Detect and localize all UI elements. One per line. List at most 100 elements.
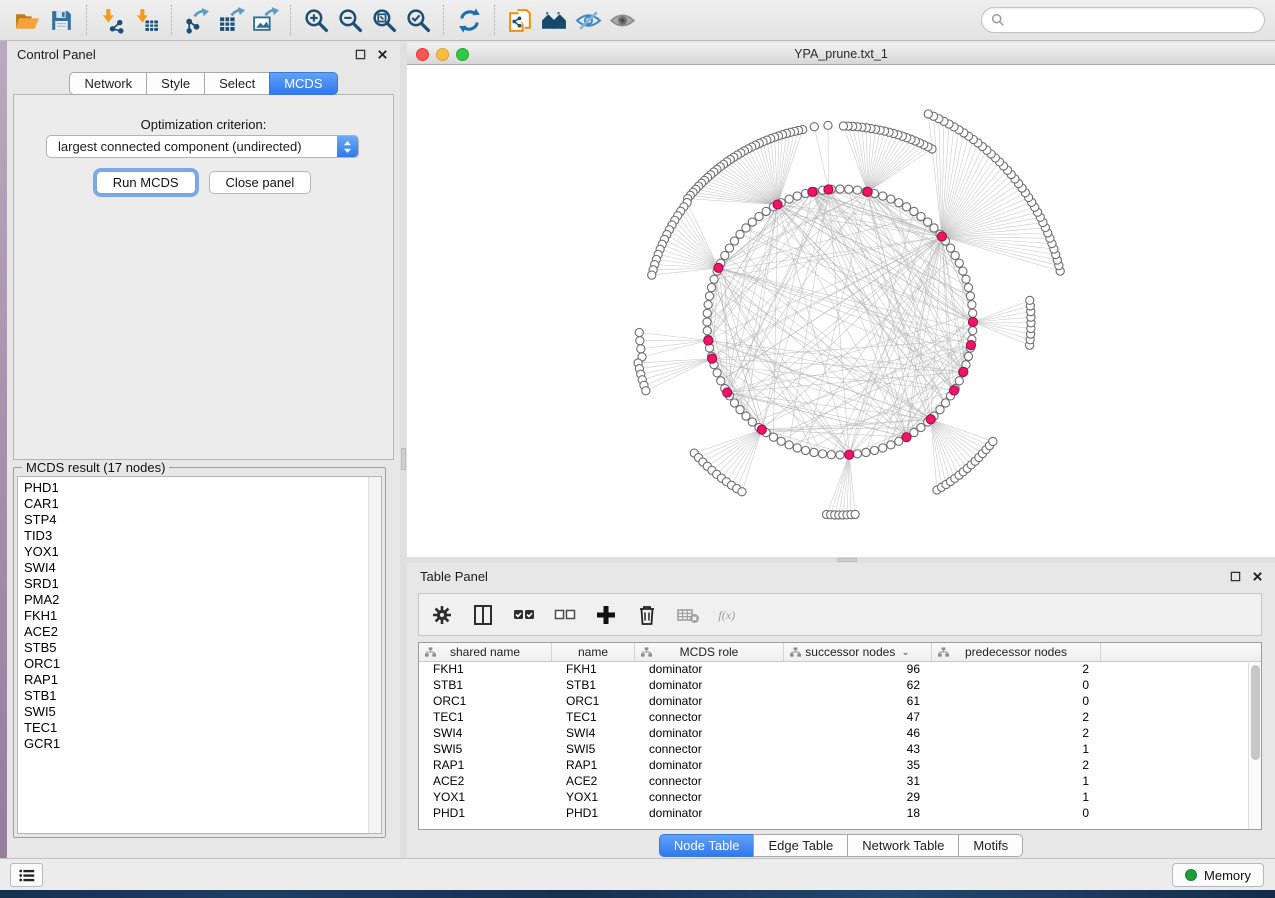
cell-shared-name[interactable]: PHD1 bbox=[419, 806, 552, 822]
tab-network[interactable]: Network bbox=[69, 72, 146, 95]
maximize-window-icon[interactable] bbox=[456, 48, 469, 61]
cell-shared-name[interactable]: SWI5 bbox=[419, 742, 552, 758]
cell-successor-nodes[interactable]: 61 bbox=[784, 694, 932, 710]
mcds-result-list[interactable]: PHD1CAR1STP4TID3YOX1SWI4SRD1PMA2FKH1ACE2… bbox=[17, 476, 382, 834]
close-window-icon[interactable] bbox=[416, 48, 429, 61]
table-row[interactable]: SWI4SWI4dominator462 bbox=[419, 726, 1261, 742]
mcds-result-item[interactable]: STB1 bbox=[24, 688, 381, 704]
close-panel-icon[interactable] bbox=[1249, 568, 1265, 584]
cell-successor-nodes[interactable]: 29 bbox=[784, 790, 932, 806]
cell-MCDS-role[interactable]: connector bbox=[635, 790, 784, 806]
mcds-result-item[interactable]: STP4 bbox=[24, 512, 381, 528]
memory-button[interactable]: Memory bbox=[1172, 863, 1264, 887]
cell-name[interactable]: ORC1 bbox=[552, 694, 635, 710]
tab-style[interactable]: Style bbox=[146, 72, 204, 95]
column-header-shared-name[interactable]: shared name bbox=[419, 643, 552, 661]
cell-predecessor-nodes[interactable]: 1 bbox=[932, 742, 1101, 758]
create-column-button[interactable] bbox=[591, 600, 621, 630]
network-graph[interactable] bbox=[407, 65, 1275, 557]
table-row[interactable]: YOX1YOX1connector291 bbox=[419, 790, 1261, 806]
float-panel-icon[interactable] bbox=[352, 46, 368, 62]
save-session-button[interactable] bbox=[44, 4, 78, 36]
export-network-button[interactable] bbox=[180, 4, 214, 36]
cell-MCDS-role[interactable]: connector bbox=[635, 774, 784, 790]
cell-successor-nodes[interactable]: 43 bbox=[784, 742, 932, 758]
mcds-result-item[interactable]: PHD1 bbox=[24, 480, 381, 496]
splitter-grip[interactable] bbox=[837, 558, 857, 562]
table-row[interactable]: ACE2ACE2connector311 bbox=[419, 774, 1261, 790]
run-mcds-button[interactable]: Run MCDS bbox=[96, 171, 196, 194]
export-image-button[interactable] bbox=[248, 4, 282, 36]
mcds-result-item[interactable]: TID3 bbox=[24, 528, 381, 544]
zoom-fit-button[interactable] bbox=[367, 4, 401, 36]
hide-eye-button[interactable] bbox=[571, 4, 605, 36]
table-scrollbar[interactable] bbox=[1248, 663, 1261, 829]
tab-select[interactable]: Select bbox=[204, 72, 269, 95]
mcds-result-item[interactable]: PMA2 bbox=[24, 592, 381, 608]
cell-successor-nodes[interactable]: 62 bbox=[784, 678, 932, 694]
mcds-result-item[interactable]: RAP1 bbox=[24, 672, 381, 688]
float-panel-icon[interactable] bbox=[1227, 568, 1243, 584]
network-window-titlebar[interactable]: YPA_prune.txt_1 bbox=[407, 43, 1275, 65]
table-row[interactable]: PHD1PHD1dominator180 bbox=[419, 806, 1261, 822]
cell-name[interactable]: FKH1 bbox=[552, 662, 635, 678]
mcds-result-item[interactable]: CAR1 bbox=[24, 496, 381, 512]
cell-MCDS-role[interactable]: connector bbox=[635, 710, 784, 726]
show-eye-button[interactable] bbox=[605, 4, 639, 36]
table-row[interactable]: STB1STB1dominator620 bbox=[419, 678, 1261, 694]
zoom-out-button[interactable] bbox=[333, 4, 367, 36]
minimize-window-icon[interactable] bbox=[436, 48, 449, 61]
table-row[interactable]: FKH1FKH1dominator962 bbox=[419, 662, 1261, 678]
tab-motifs[interactable]: Motifs bbox=[958, 834, 1023, 857]
zoom-selected-button[interactable] bbox=[401, 4, 435, 36]
apply-function-button[interactable]: f(x) bbox=[714, 600, 744, 630]
cell-predecessor-nodes[interactable]: 0 bbox=[932, 678, 1101, 694]
cell-MCDS-role[interactable]: dominator bbox=[635, 758, 784, 774]
tab-node-table[interactable]: Node Table bbox=[659, 834, 754, 857]
tab-edge-table[interactable]: Edge Table bbox=[753, 834, 847, 857]
tab-mcds[interactable]: MCDS bbox=[269, 72, 337, 95]
cell-predecessor-nodes[interactable]: 0 bbox=[932, 806, 1101, 822]
cell-MCDS-role[interactable]: dominator bbox=[635, 806, 784, 822]
cell-name[interactable]: PHD1 bbox=[552, 806, 635, 822]
clone-network-button[interactable] bbox=[503, 4, 537, 36]
search-input[interactable] bbox=[981, 7, 1265, 33]
cell-successor-nodes[interactable]: 96 bbox=[784, 662, 932, 678]
cell-MCDS-role[interactable]: dominator bbox=[635, 726, 784, 742]
cell-predecessor-nodes[interactable]: 2 bbox=[932, 758, 1101, 774]
cell-MCDS-role[interactable]: dominator bbox=[635, 694, 784, 710]
search-field[interactable] bbox=[1011, 13, 1255, 28]
cell-MCDS-role[interactable]: connector bbox=[635, 742, 784, 758]
column-header-successor-nodes[interactable]: successor nodes⌄ bbox=[784, 643, 932, 661]
network-canvas[interactable] bbox=[407, 65, 1275, 557]
import-table-button[interactable] bbox=[129, 4, 163, 36]
cell-successor-nodes[interactable]: 46 bbox=[784, 726, 932, 742]
cell-predecessor-nodes[interactable]: 1 bbox=[932, 790, 1101, 806]
cell-successor-nodes[interactable]: 18 bbox=[784, 806, 932, 822]
task-history-button[interactable] bbox=[10, 863, 43, 887]
home-overview-button[interactable] bbox=[537, 4, 571, 36]
table-settings-button[interactable] bbox=[427, 600, 457, 630]
cell-shared-name[interactable]: TEC1 bbox=[419, 710, 552, 726]
show-column-button[interactable] bbox=[468, 600, 498, 630]
cell-name[interactable]: RAP1 bbox=[552, 758, 635, 774]
tab-network-table[interactable]: Network Table bbox=[847, 834, 958, 857]
table-row[interactable]: SWI5SWI5connector431 bbox=[419, 742, 1261, 758]
cell-MCDS-role[interactable]: dominator bbox=[635, 662, 784, 678]
zoom-in-button[interactable] bbox=[299, 4, 333, 36]
cell-name[interactable]: SWI5 bbox=[552, 742, 635, 758]
table-row[interactable]: ORC1ORC1dominator610 bbox=[419, 694, 1261, 710]
cell-shared-name[interactable]: RAP1 bbox=[419, 758, 552, 774]
mcds-result-item[interactable]: TEC1 bbox=[24, 720, 381, 736]
import-network-button[interactable] bbox=[95, 4, 129, 36]
optimization-criterion-dropdown[interactable]: largest connected component (undirected) bbox=[46, 135, 359, 158]
close-panel-icon[interactable] bbox=[374, 46, 390, 62]
cell-shared-name[interactable]: ORC1 bbox=[419, 694, 552, 710]
cell-successor-nodes[interactable]: 31 bbox=[784, 774, 932, 790]
delete-column-button[interactable] bbox=[632, 600, 662, 630]
cell-shared-name[interactable]: YOX1 bbox=[419, 790, 552, 806]
cell-shared-name[interactable]: FKH1 bbox=[419, 662, 552, 678]
cell-successor-nodes[interactable]: 35 bbox=[784, 758, 932, 774]
mcds-result-item[interactable]: ACE2 bbox=[24, 624, 381, 640]
mcds-result-item[interactable]: SWI5 bbox=[24, 704, 381, 720]
